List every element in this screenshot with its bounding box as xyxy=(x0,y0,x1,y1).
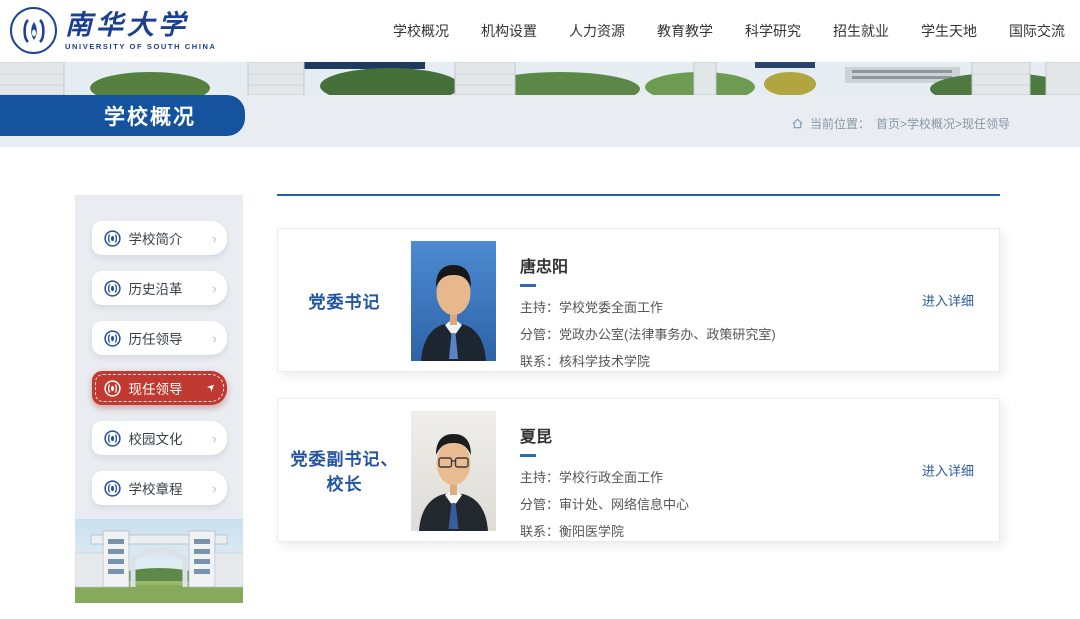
sidebar-item-campus-culture[interactable]: 校园文化 › xyxy=(92,421,227,455)
enter-detail-link[interactable]: 进入详细 xyxy=(922,291,974,310)
university-emblem-icon xyxy=(10,7,57,54)
sidebar-item-past-leaders[interactable]: 历任领导 › xyxy=(92,321,227,355)
leader-contact-line: 联系：衡阳医学院 xyxy=(520,521,689,540)
leader-manage-line: 分管：审计处、网络信息中心 xyxy=(520,494,689,513)
leader-photo xyxy=(411,241,496,361)
leader-position: 党委书记 xyxy=(278,229,411,371)
name-underline xyxy=(520,284,536,287)
emblem-bullet-icon xyxy=(104,380,121,397)
university-name-cn: 南华大学 xyxy=(65,11,217,39)
campus-gate-image xyxy=(75,519,243,603)
enter-detail-link[interactable]: 进入详细 xyxy=(922,461,974,480)
leader-host-line: 主持：学校党委全面工作 xyxy=(520,297,776,316)
sidebar-item-school-charter[interactable]: 学校章程 › xyxy=(92,471,227,505)
emblem-bullet-icon xyxy=(104,230,121,247)
leader-photo xyxy=(411,411,496,531)
leader-manage-line: 分管：党政办公室(法律事务办、政策研究室) xyxy=(520,324,776,343)
top-bar: 南华大学 UNIVERSITY OF SOUTH CHINA 学校概况 机构设置… xyxy=(0,0,1080,62)
leader-contact-line: 联系：核科学技术学院 xyxy=(520,351,776,370)
main-nav: 学校概况 机构设置 人力资源 教育教学 科学研究 招生就业 学生天地 国际交流 xyxy=(393,0,1065,62)
leader-name: 唐忠阳 xyxy=(520,253,776,277)
nav-item-organization[interactable]: 机构设置 xyxy=(481,21,537,41)
leader-position: 党委副书记、校长 xyxy=(278,399,411,541)
nav-item-human-resources[interactable]: 人力资源 xyxy=(569,21,625,41)
leader-name: 夏昆 xyxy=(520,423,689,447)
leader-card: 党委副书记、校长 夏昆 主持：学校行政全面工作 分管：审计处、 xyxy=(277,398,1000,542)
sidebar-item-school-intro[interactable]: 学校简介 › xyxy=(92,221,227,255)
nav-item-student-life[interactable]: 学生天地 xyxy=(921,21,977,41)
leader-card: 党委书记 唐忠阳 主持：学校党委全面工作 分管：党政办公室(法律事务办、政策研究… xyxy=(277,228,1000,372)
nav-item-research[interactable]: 科学研究 xyxy=(745,21,801,41)
sidebar-item-current-leaders[interactable]: 现任领导 ➤ xyxy=(92,371,227,405)
home-icon xyxy=(791,117,804,130)
breadcrumb-prefix: 当前位置： xyxy=(810,115,870,132)
emblem-bullet-icon xyxy=(104,280,121,297)
emblem-bullet-icon xyxy=(104,430,121,447)
section-title: 学校概况 xyxy=(104,101,196,131)
breadcrumb: 当前位置： 首页>学校概况>现任领导 xyxy=(791,115,1010,132)
nav-item-admissions[interactable]: 招生就业 xyxy=(833,21,889,41)
content-divider xyxy=(277,194,1000,196)
nav-item-school-overview[interactable]: 学校概况 xyxy=(393,21,449,41)
nav-item-international[interactable]: 国际交流 xyxy=(1009,21,1065,41)
university-logo[interactable]: 南华大学 UNIVERSITY OF SOUTH CHINA xyxy=(10,7,217,54)
emblem-bullet-icon xyxy=(104,330,121,347)
breadcrumb-path[interactable]: 首页>学校概况>现任领导 xyxy=(876,115,1010,132)
sidebar-item-history[interactable]: 历史沿革 › xyxy=(92,271,227,305)
section-title-block: 学校概况 xyxy=(0,95,245,136)
side-menu: 学校简介 › 历史沿革 › 历任领导 › 现任领导 ➤ xyxy=(75,195,243,603)
campus-banner-image xyxy=(0,62,1080,95)
name-underline xyxy=(520,454,536,457)
leader-host-line: 主持：学校行政全面工作 xyxy=(520,467,689,486)
nav-item-education[interactable]: 教育教学 xyxy=(657,21,713,41)
emblem-bullet-icon xyxy=(104,480,121,497)
university-name-en: UNIVERSITY OF SOUTH CHINA xyxy=(65,42,217,51)
